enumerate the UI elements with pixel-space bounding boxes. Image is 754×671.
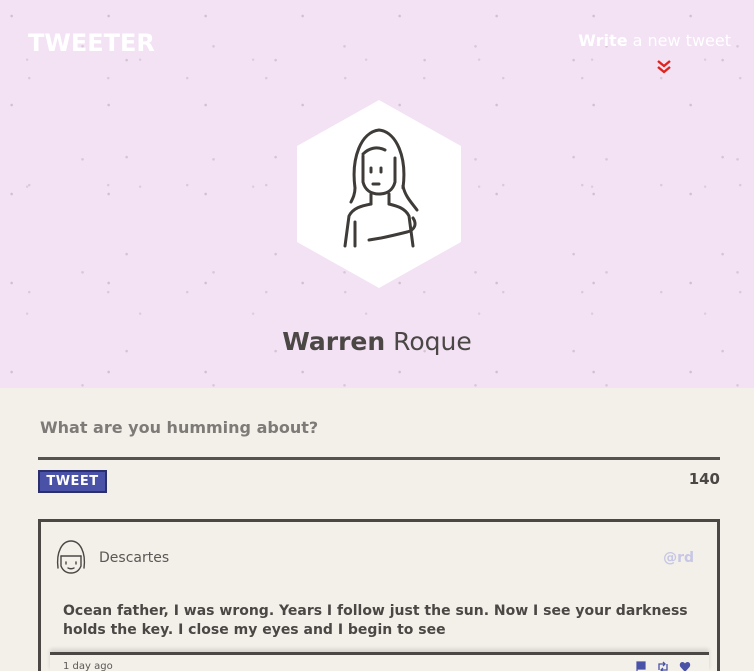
tweet-handle[interactable]: @rd bbox=[663, 550, 694, 566]
tweet-card: Descartes @rd Ocean father, I was wrong.… bbox=[38, 519, 720, 671]
tweet-button[interactable]: TWEET bbox=[38, 470, 107, 493]
write-tweet-link[interactable]: Write a new tweet bbox=[578, 31, 731, 50]
tweet-timestamp: 1 day ago bbox=[63, 661, 113, 671]
user-avatar-icon bbox=[56, 540, 86, 574]
write-link-rest: a new tweet bbox=[627, 31, 731, 50]
tweet-actions bbox=[635, 661, 691, 671]
compose-divider bbox=[38, 457, 720, 460]
heart-icon[interactable] bbox=[679, 661, 691, 671]
tweet-footer: 1 day ago bbox=[50, 652, 709, 671]
write-link-bold: Write bbox=[578, 31, 628, 50]
compose-input[interactable]: What are you humming about? bbox=[40, 418, 318, 437]
profile-avatar bbox=[297, 100, 461, 288]
retweet-icon[interactable] bbox=[657, 661, 669, 671]
flag-icon[interactable] bbox=[635, 661, 647, 671]
profile-name: Warren Roque bbox=[0, 327, 754, 356]
char-counter: 140 bbox=[688, 470, 720, 488]
last-name: Roque bbox=[385, 327, 472, 356]
tweet-author[interactable]: Descartes bbox=[99, 550, 169, 566]
tweet-text: Ocean father, I was wrong. Years I follo… bbox=[63, 603, 688, 638]
first-name: Warren bbox=[282, 327, 386, 356]
app-logo[interactable]: TWEETER bbox=[28, 29, 155, 57]
profile-header: TWEETER Write a new tweet Warren Roque bbox=[0, 0, 754, 388]
double-chevron-down-icon[interactable] bbox=[655, 58, 673, 76]
